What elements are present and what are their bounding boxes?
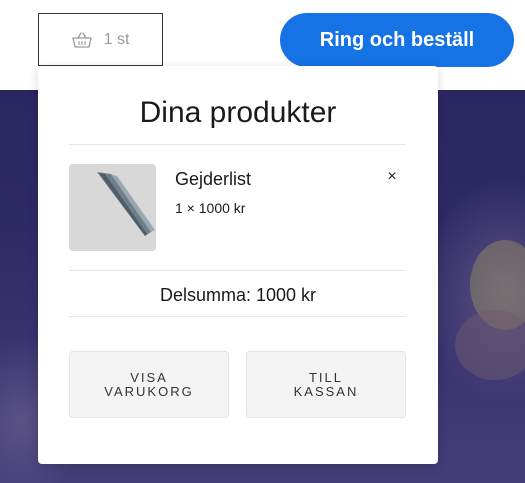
divider [69,144,406,145]
divider [69,270,406,271]
product-image[interactable] [69,164,156,251]
cart-title: Dina produkter [139,96,337,129]
hero-decoration [455,310,525,380]
basket-icon [71,31,92,48]
checkout-button[interactable]: Till kassan [246,351,406,418]
cart-count: 1 st [103,30,130,48]
divider [69,316,406,317]
view-cart-button[interactable]: Visa varukorg [69,351,229,418]
product-quantity-price: 1 × 1000 kr [175,200,246,216]
remove-item-icon[interactable]: × [383,166,401,188]
call-and-order-button[interactable]: Ring och beställ [280,13,514,67]
subtotal: Delsumma: 1000 kr [159,285,317,305]
cart-button[interactable]: 1 st [38,13,163,66]
product-name[interactable]: Gejderlist [175,169,251,190]
cart-dropdown: Dina produkter Gejderlist 1 × 1000 kr × … [38,66,438,464]
